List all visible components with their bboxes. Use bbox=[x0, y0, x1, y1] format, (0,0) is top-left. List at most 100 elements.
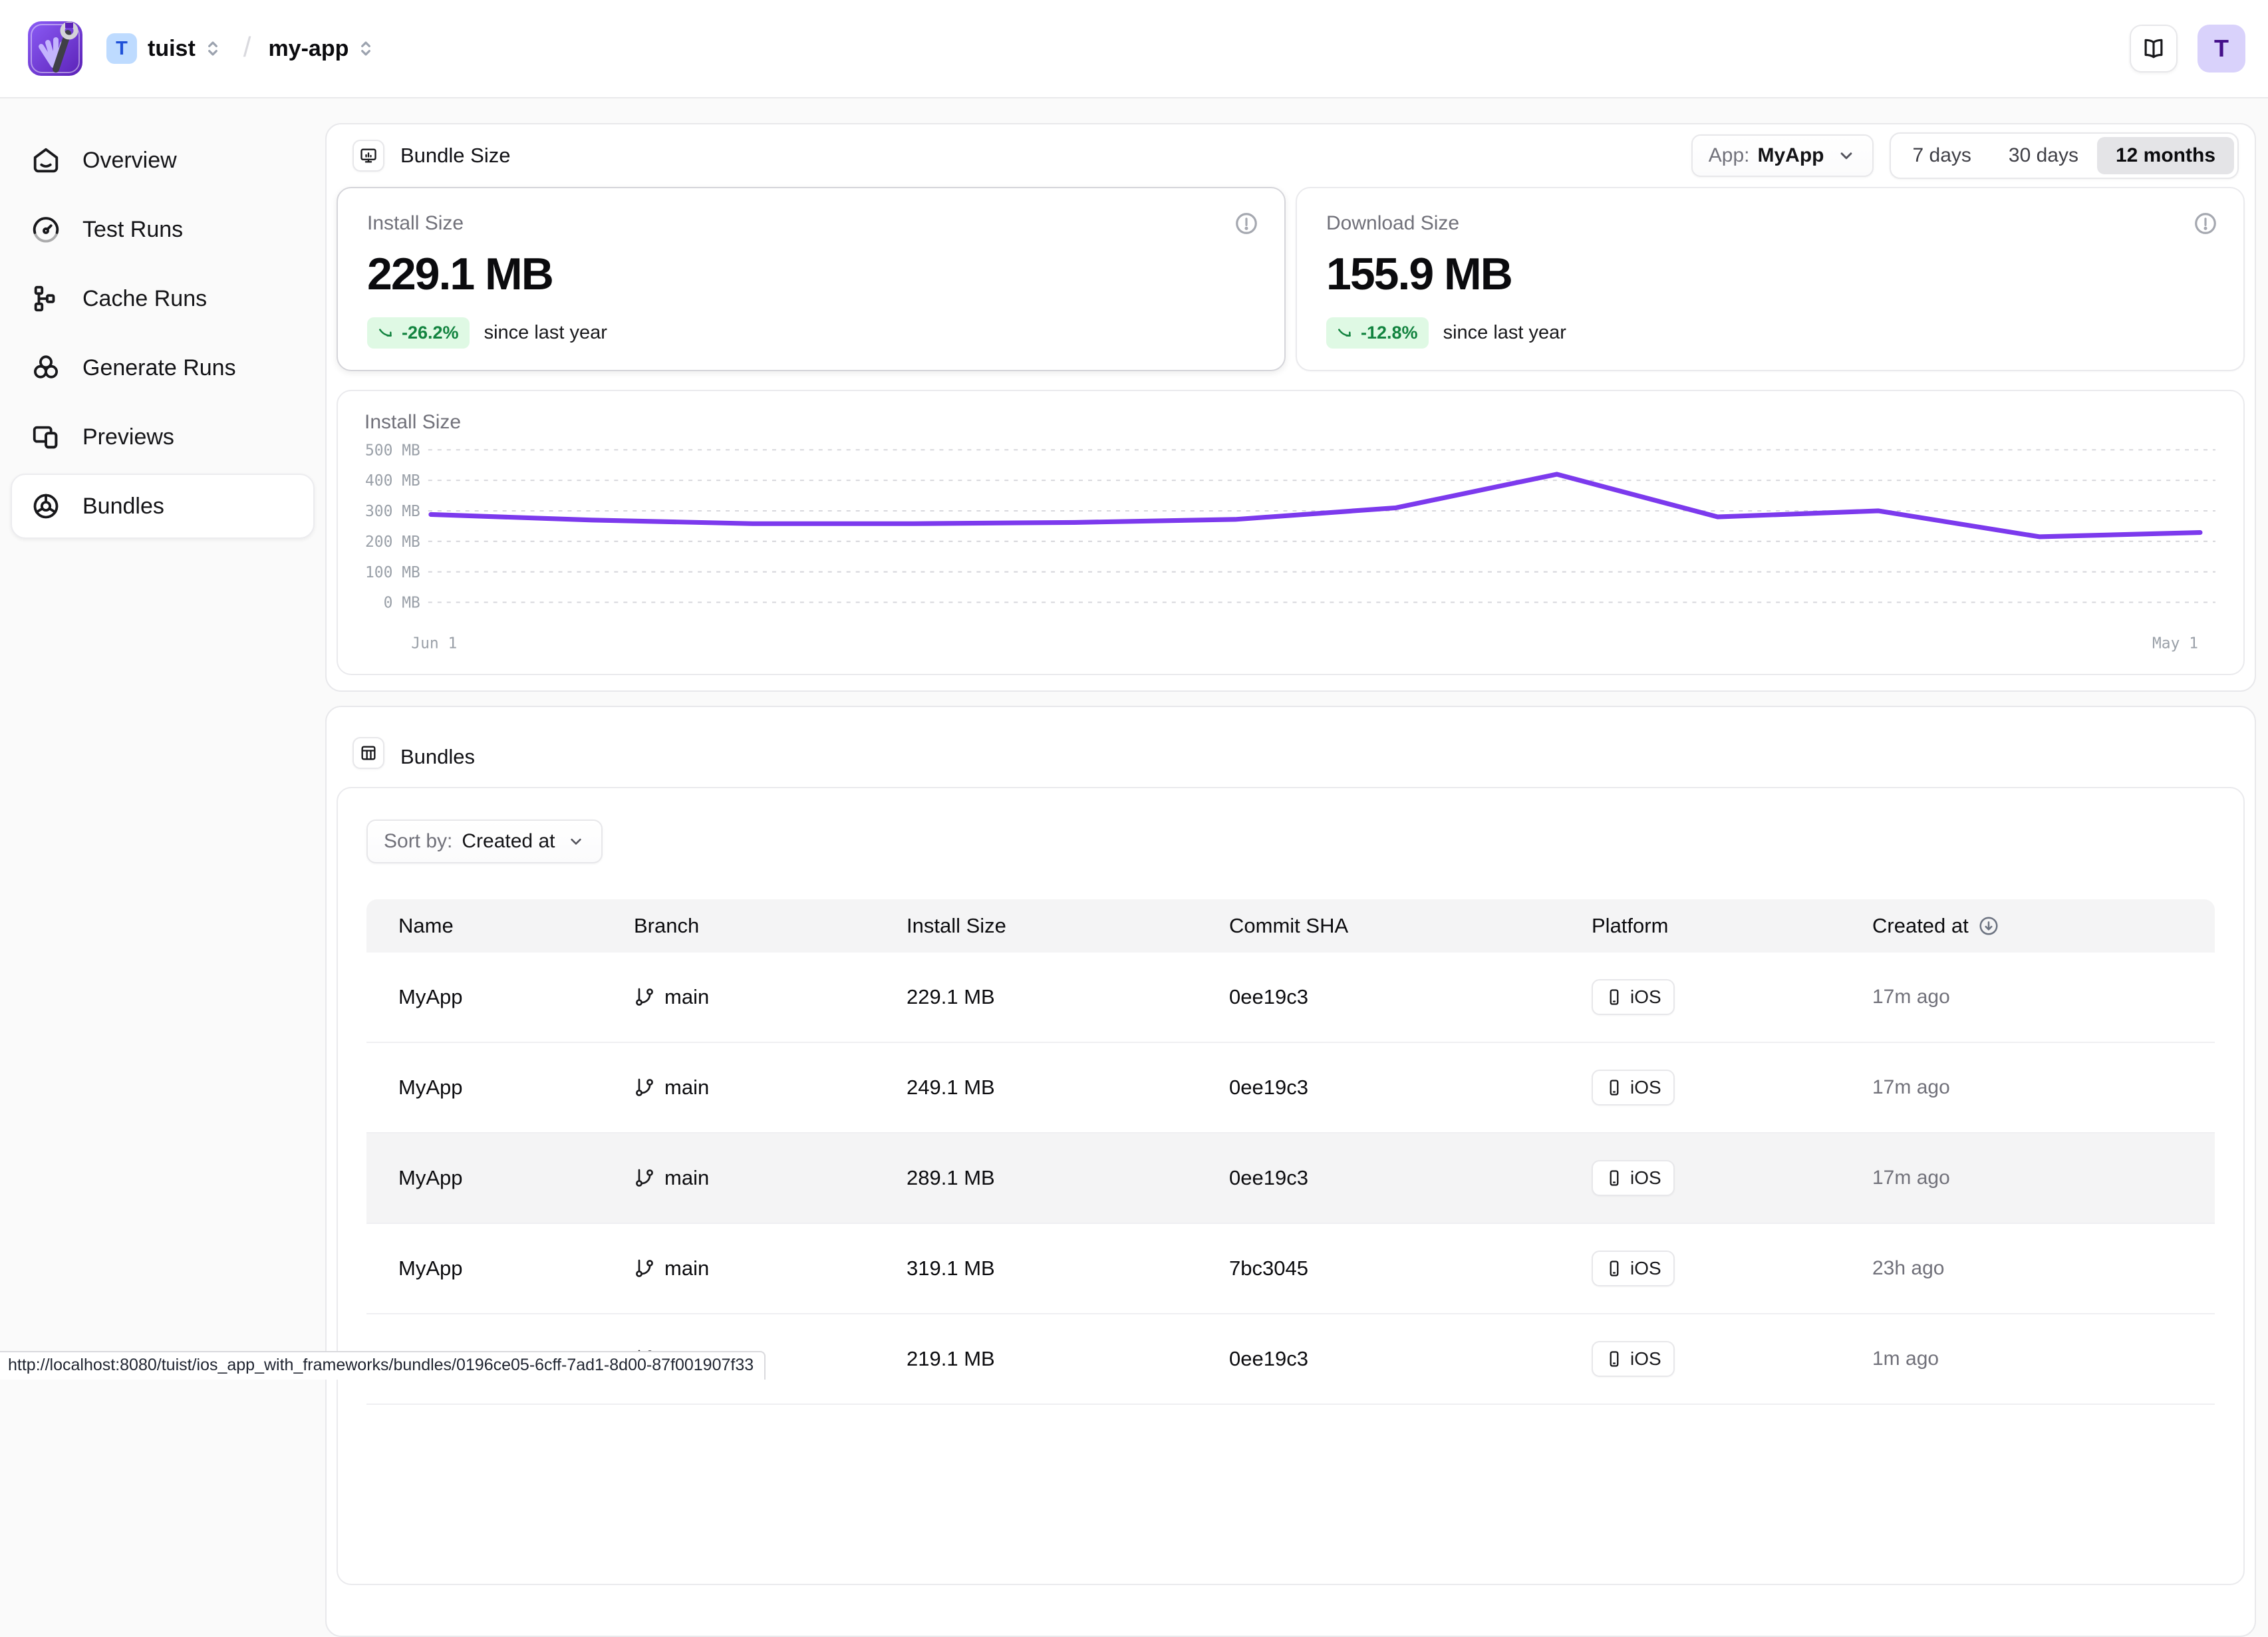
install-size-card[interactable]: Install Size 229.1 MB -26.2% since last … bbox=[337, 187, 1286, 371]
bundle-name: MyApp bbox=[398, 1076, 634, 1100]
smartphone-icon bbox=[1605, 988, 1624, 1006]
bundle-created-at: 1m ago bbox=[1872, 1348, 2215, 1370]
docs-button[interactable] bbox=[2130, 25, 2178, 73]
bundle-install-size: 289.1 MB bbox=[907, 1166, 1229, 1190]
devices-icon bbox=[31, 422, 61, 452]
bundle-platform-cell: iOS bbox=[1592, 1160, 1872, 1196]
sort-by-value: Created at bbox=[462, 830, 555, 853]
smartphone-icon bbox=[1605, 1259, 1624, 1278]
section-title: Bundle Size bbox=[400, 144, 510, 168]
user-avatar[interactable]: T bbox=[2197, 25, 2245, 73]
bundle-install-size: 249.1 MB bbox=[907, 1076, 1229, 1100]
git-branch-icon bbox=[634, 1077, 655, 1098]
workflow-icon bbox=[31, 283, 61, 314]
table-body: MyApp main 229.1 MB 0ee19c3 iOS 17m ago … bbox=[366, 953, 2215, 1405]
platform-badge: iOS bbox=[1592, 979, 1675, 1015]
bundle-install-size: 229.1 MB bbox=[907, 985, 1229, 1009]
trending-down-icon bbox=[1337, 325, 1354, 342]
tuist-logo-icon[interactable] bbox=[23, 16, 88, 81]
range-7-days[interactable]: 7 days bbox=[1894, 137, 1990, 174]
sort-by-dropdown[interactable]: Sort by: Created at bbox=[366, 819, 603, 863]
y-axis-tick-label: 100 MB bbox=[365, 564, 420, 581]
download-size-card[interactable]: Download Size 155.9 MB -12.8% since last… bbox=[1296, 187, 2245, 371]
sidebar-item-generate-runs[interactable]: Generate Runs bbox=[11, 335, 315, 400]
bundle-created-at: 17m ago bbox=[1872, 986, 2215, 1008]
platform-badge: iOS bbox=[1592, 1251, 1675, 1286]
smartphone-icon bbox=[1605, 1169, 1624, 1187]
git-branch-icon bbox=[634, 986, 655, 1008]
app-filter-label: App: bbox=[1709, 144, 1750, 167]
metric-value: 229.1 MB bbox=[367, 248, 1255, 300]
sidebar-item-bundles[interactable]: Bundles bbox=[11, 474, 315, 539]
table-row[interactable]: MyApp main 289.1 MB 0ee19c3 iOS 17m ago bbox=[366, 1133, 2215, 1224]
table-row[interactable]: MyApp main 249.1 MB 0ee19c3 iOS 17m ago bbox=[366, 1043, 2215, 1133]
bundle-platform-cell: iOS bbox=[1592, 1070, 1872, 1106]
bundle-created-at: 23h ago bbox=[1872, 1257, 2215, 1280]
col-created-at: Created at bbox=[1872, 914, 2215, 938]
sidebar-item-label: Previews bbox=[82, 424, 174, 450]
range-30-days[interactable]: 30 days bbox=[1990, 137, 2097, 174]
git-branch-icon bbox=[634, 1258, 655, 1279]
bundle-platform-cell: iOS bbox=[1592, 979, 1872, 1015]
platform-badge: iOS bbox=[1592, 1160, 1675, 1196]
sidebar-item-label: Generate Runs bbox=[82, 355, 236, 381]
time-range-segmented-control: 7 days 30 days 12 months bbox=[1890, 132, 2239, 179]
delta-note: since last year bbox=[1443, 322, 1566, 344]
smartphone-icon bbox=[1605, 1350, 1624, 1368]
trending-down-icon bbox=[378, 325, 395, 342]
bundle-created-at: 17m ago bbox=[1872, 1167, 2215, 1189]
range-12-months[interactable]: 12 months bbox=[2097, 137, 2234, 174]
sidebar-item-cache-runs[interactable]: Cache Runs bbox=[11, 266, 315, 331]
x-axis-tick-label: Jun 1 bbox=[411, 635, 457, 652]
bundle-size-section: Bundle Size App: MyApp 7 days 30 days 12… bbox=[325, 123, 2256, 692]
sidebar-item-previews[interactable]: Previews bbox=[11, 404, 315, 470]
project-selector-chevrons-icon[interactable] bbox=[355, 38, 376, 59]
org-name[interactable]: tuist bbox=[148, 36, 196, 62]
app-filter-dropdown[interactable]: App: MyApp bbox=[1691, 134, 1874, 177]
install-size-series-line bbox=[431, 474, 2200, 537]
bundle-install-size: 319.1 MB bbox=[907, 1257, 1229, 1280]
sidebar-item-label: Overview bbox=[82, 148, 177, 174]
install-size-line-chart[interactable]: 500 MB400 MB300 MB200 MB100 MB0 MBJun 1M… bbox=[364, 438, 2217, 670]
metric-label: Install Size bbox=[367, 212, 1255, 235]
table-row[interactable]: MyApp main 229.1 MB 0ee19c3 iOS 17m ago bbox=[366, 953, 2215, 1043]
bundles-list-card: Sort by: Created at Name Branch Install … bbox=[337, 787, 2245, 1585]
main-content: Bundle Size App: MyApp 7 days 30 days 12… bbox=[325, 98, 2268, 1380]
home-icon bbox=[31, 145, 61, 176]
chevron-down-icon bbox=[1836, 146, 1856, 166]
info-icon[interactable] bbox=[1234, 211, 1259, 236]
bundle-size-icon-button[interactable] bbox=[353, 140, 384, 172]
smartphone-icon bbox=[1605, 1078, 1624, 1097]
browser-status-bar: http://localhost:8080/tuist/ios_app_with… bbox=[0, 1351, 766, 1380]
delta-badge: -26.2% bbox=[367, 317, 470, 349]
platform-badge: iOS bbox=[1592, 1341, 1675, 1377]
circles-icon bbox=[31, 353, 61, 383]
bundles-icon-button[interactable] bbox=[353, 737, 384, 769]
monitor-chart-icon bbox=[359, 146, 378, 165]
sort-direction-icon[interactable] bbox=[1978, 915, 1999, 937]
bundles-section: Bundles Sort by: Created at Name Branch … bbox=[325, 706, 2256, 1637]
y-axis-tick-label: 0 MB bbox=[384, 594, 420, 611]
col-name: Name bbox=[398, 914, 634, 938]
y-axis-tick-label: 500 MB bbox=[365, 442, 420, 459]
sidebar-item-label: Cache Runs bbox=[82, 286, 207, 312]
app-filter-value: MyApp bbox=[1758, 144, 1824, 167]
delta-value: -12.8% bbox=[1361, 323, 1418, 343]
git-branch-icon bbox=[634, 1167, 655, 1189]
col-install-size: Install Size bbox=[907, 914, 1229, 938]
project-name[interactable]: my-app bbox=[268, 36, 349, 62]
bundles-table: Name Branch Install Size Commit SHA Plat… bbox=[366, 899, 2215, 1405]
gauge-icon bbox=[31, 214, 61, 245]
info-icon[interactable] bbox=[2193, 211, 2218, 236]
table-row[interactable]: MyApp main 319.1 MB 7bc3045 iOS 23h ago bbox=[366, 1224, 2215, 1314]
bundle-name: MyApp bbox=[398, 1257, 634, 1280]
org-selector-chevrons-icon[interactable] bbox=[202, 38, 223, 59]
col-commit-sha: Commit SHA bbox=[1229, 914, 1592, 938]
bundle-branch: main bbox=[634, 1076, 907, 1100]
sidebar-item-overview[interactable]: Overview bbox=[11, 128, 315, 193]
breadcrumb-separator: / bbox=[243, 31, 251, 63]
sidebar-item-test-runs[interactable]: Test Runs bbox=[11, 197, 315, 262]
org-avatar-badge[interactable]: T bbox=[106, 33, 137, 64]
bundle-platform-cell: iOS bbox=[1592, 1251, 1872, 1286]
bundle-commit-sha: 0ee19c3 bbox=[1229, 1347, 1592, 1371]
